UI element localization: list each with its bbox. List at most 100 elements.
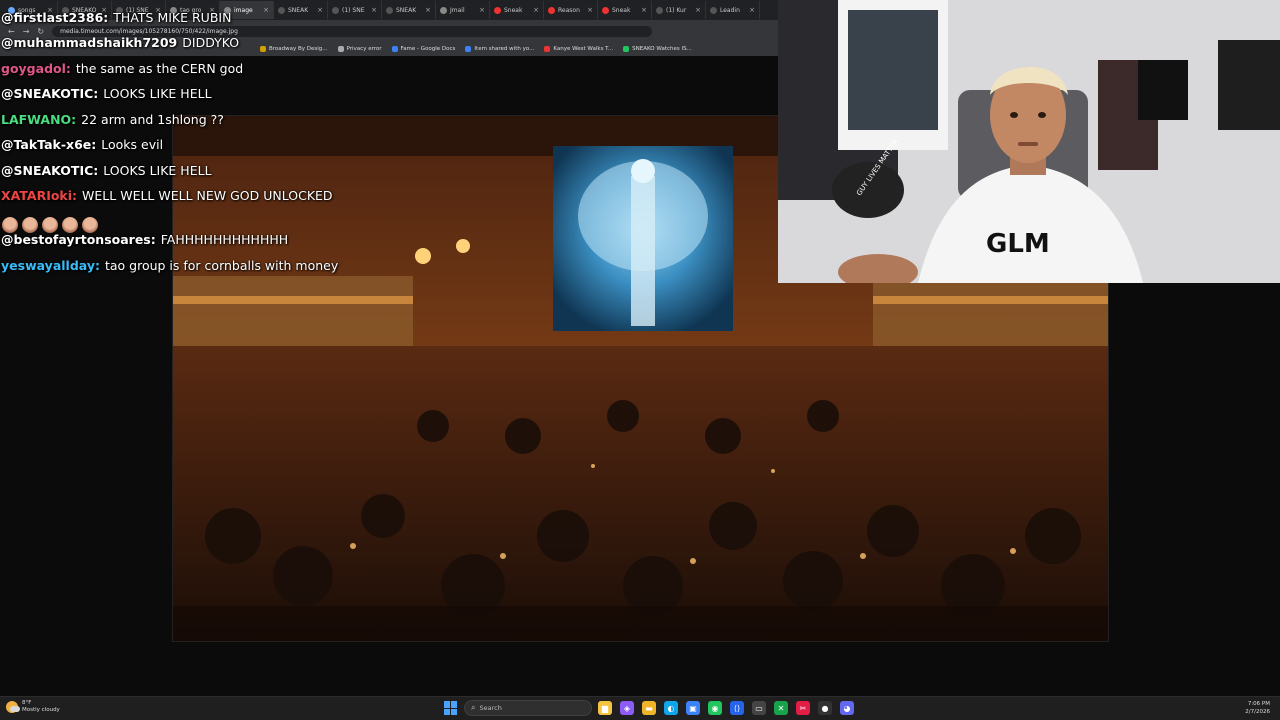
- chat-text: FAHHHHHHHHHHHH: [160, 232, 289, 247]
- browser-tab[interactable]: Jmail ×: [436, 1, 490, 19]
- xbox-icon[interactable]: ✕: [774, 701, 788, 715]
- streamer-webcam-image: GUY LIVES MATTER GLM: [778, 0, 1280, 283]
- browser-tab-label: SNEAK: [288, 6, 309, 14]
- close-icon[interactable]: ×: [533, 6, 539, 14]
- browser-tab[interactable]: (1) Kur ×: [652, 1, 706, 19]
- clock-time: 7:06 PM: [1247, 701, 1270, 707]
- close-icon[interactable]: ×: [479, 6, 485, 14]
- chat-message: @SNEAKOTIC: LOOKS LIKE HELL: [1, 163, 212, 178]
- browser-tab-label: Leadin: [720, 6, 740, 14]
- close-icon[interactable]: ×: [425, 6, 431, 14]
- chat-username: XATARIoki:: [1, 188, 78, 203]
- browser-tab-label: Jmail: [450, 6, 465, 14]
- chat-message: LAFWANO: 22 arm and 1shlong ??: [1, 112, 224, 127]
- terminal-icon[interactable]: ▭: [752, 701, 766, 715]
- weather-widget[interactable]: 8°F Mostly cloudy: [6, 700, 60, 714]
- bookmark-item[interactable]: Fame - Google Docs: [391, 46, 456, 52]
- pinned-apps: ▆ ◈ ▬ ◐ ▣ ◉ ⟨⟩ ▭ ✕ ✂ ● ◕: [598, 701, 854, 715]
- chat-message: @muhammadshaikh7209 DIDDYKO: [1, 35, 239, 50]
- youtube-icon: [548, 6, 555, 14]
- close-icon[interactable]: ×: [749, 6, 755, 14]
- bookmark-label: Privacy error: [346, 46, 382, 52]
- browser-tab[interactable]: (1) SNE ×: [328, 1, 382, 19]
- chat-message: goygadol: the same as the CERN god: [1, 61, 243, 76]
- store-icon[interactable]: ▣: [686, 701, 700, 715]
- mail-icon: [440, 6, 447, 14]
- weather-desc: Mostly cloudy: [22, 707, 60, 713]
- cloudy-weather-icon: [6, 701, 20, 713]
- taskbar-apps: ⌕ Search ▆ ◈ ▬ ◐ ▣ ◉ ⟨⟩ ▭ ✕ ✂ ● ◕: [444, 700, 854, 716]
- browser-tab[interactable]: Leadin ×: [706, 1, 760, 19]
- snipping-icon[interactable]: ✂: [796, 701, 810, 715]
- chat-message: @SNEAKOTIC: LOOKS LIKE HELL: [1, 86, 212, 101]
- close-icon[interactable]: ×: [317, 6, 323, 14]
- windows-taskbar: 8°F Mostly cloudy ⌕ Search ▆ ◈ ▬ ◐ ▣ ◉ ⟨⟩ ▭ ✕ ✂ ● ◕…: [0, 696, 1280, 720]
- bookmark-label: Kanye West Walks T...: [553, 46, 614, 52]
- vscode-icon[interactable]: ⟨⟩: [730, 701, 744, 715]
- chat-username: @SNEAKOTIC:: [1, 163, 99, 178]
- clock-date: 2/7/2026: [1245, 709, 1270, 715]
- browser-tab[interactable]: SNEAK ×: [382, 1, 436, 19]
- browser-tab-label: (1) SNE: [342, 6, 365, 14]
- close-icon[interactable]: ×: [641, 6, 647, 14]
- bookmark-item[interactable]: Kanye West Walks T...: [544, 46, 613, 52]
- browser-tab-label: Reason: [558, 6, 580, 14]
- face-emote-icon: [42, 217, 58, 233]
- face-emote-icon: [62, 217, 78, 233]
- chat-text: Looks evil: [101, 137, 164, 152]
- system-clock[interactable]: 7:06 PM 2/7/2026: [1245, 700, 1270, 716]
- chat-text: 22 arm and 1shlong ??: [81, 112, 224, 127]
- folder-icon[interactable]: ▬: [642, 701, 656, 715]
- chat-username: LAFWANO:: [1, 112, 77, 127]
- bookmark-favicon-icon: [337, 46, 344, 52]
- bookmark-label: Broadway By Desig...: [269, 46, 328, 52]
- chat-text: the same as the CERN god: [75, 61, 244, 76]
- bookmark-item[interactable]: Privacy error: [337, 46, 382, 52]
- search-placeholder: Search: [479, 704, 502, 712]
- close-icon[interactable]: ×: [695, 6, 701, 14]
- browser-tab[interactable]: SNEAK ×: [274, 1, 328, 19]
- webcam-feed: GUY LIVES MATTER GLM: [778, 0, 1280, 283]
- face-emote-icon: [2, 217, 18, 233]
- bookmark-favicon-icon: [465, 46, 472, 52]
- browser-tab[interactable]: Sneak ×: [490, 1, 544, 19]
- chat-username: yeswayallday:: [1, 258, 100, 273]
- chat-text: THATS MIKE RUBIN: [113, 10, 232, 25]
- edge-icon[interactable]: ◐: [664, 701, 678, 715]
- x-icon: [386, 6, 393, 14]
- bookmark-favicon-icon: [544, 46, 551, 52]
- chat-username: @bestofayrtonsoares:: [1, 232, 156, 247]
- discord-icon[interactable]: ◕: [840, 701, 854, 715]
- chat-message: @TakTak-x6e: Looks evil: [1, 137, 163, 152]
- bookmark-item[interactable]: SNEAKO Watches IS...: [623, 46, 692, 52]
- x-icon: [656, 6, 663, 14]
- bookmark-favicon-icon: [260, 46, 266, 52]
- x-icon: [278, 6, 285, 14]
- youtube-icon: [602, 6, 609, 14]
- chat-username: @firstlast2386:: [1, 10, 109, 25]
- close-icon[interactable]: ×: [587, 6, 593, 14]
- close-icon[interactable]: ×: [263, 6, 269, 14]
- chat-text: WELL WELL WELL NEW GOD UNLOCKED: [82, 188, 333, 203]
- chat-message: @bestofayrtonsoares: FAHHHHHHHHHHHH: [1, 232, 288, 247]
- obs-icon[interactable]: ●: [818, 701, 832, 715]
- bookmark-label: Fame - Google Docs: [400, 46, 456, 52]
- bookmark-item[interactable]: Item shared with yo...: [465, 46, 534, 52]
- browser-tab[interactable]: Reason ×: [544, 1, 598, 19]
- close-icon[interactable]: ×: [371, 6, 377, 14]
- shirt-logo: GLM: [986, 229, 1050, 259]
- face-emote-icon: [82, 217, 98, 233]
- browser-tab[interactable]: Sneak ×: [598, 1, 652, 19]
- file-explorer-icon[interactable]: ▆: [598, 701, 612, 715]
- bookmark-label: SNEAKO Watches IS...: [632, 46, 692, 52]
- search-icon: ⌕: [471, 703, 476, 712]
- taskbar-search[interactable]: ⌕ Search: [464, 700, 592, 716]
- start-button[interactable]: [444, 701, 458, 715]
- weather-temp: 8°F: [22, 700, 32, 706]
- copilot-icon[interactable]: ◈: [620, 701, 634, 715]
- bookmark-favicon-icon: [623, 46, 630, 52]
- chat-username: @muhammadshaikh7209: [1, 35, 178, 50]
- chrome-icon[interactable]: ◉: [708, 701, 722, 715]
- bookmark-item[interactable]: Broadway By Desig...: [260, 46, 328, 52]
- x-icon: [710, 6, 717, 14]
